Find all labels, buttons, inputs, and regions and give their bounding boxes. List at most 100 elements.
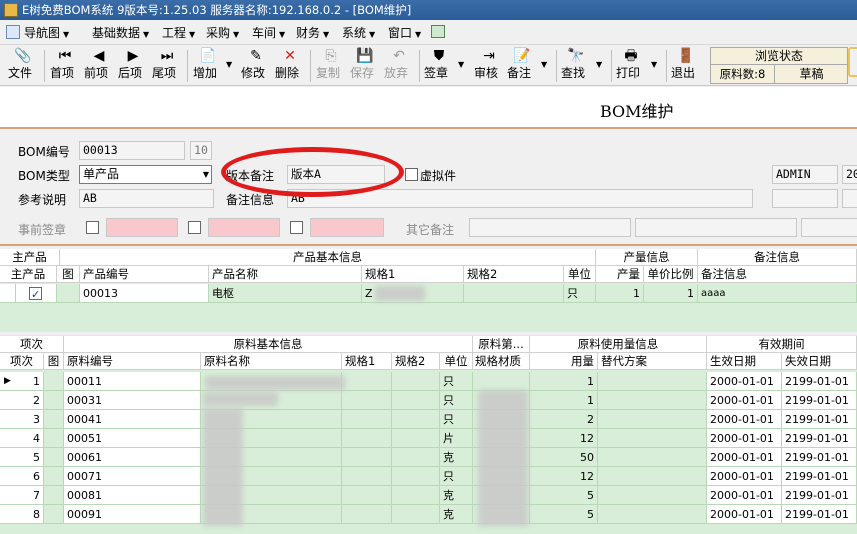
- g2-spec2-cell[interactable]: [392, 486, 440, 505]
- g2-end-cell[interactable]: 2199-01-01: [782, 429, 857, 448]
- g2-unit-cell[interactable]: 克: [440, 505, 473, 524]
- g1-ratio-cell[interactable]: 1: [644, 284, 698, 303]
- g2-spec2-cell[interactable]: [392, 505, 440, 524]
- g1-main-cell[interactable]: [16, 284, 57, 303]
- g2-spec1-cell[interactable]: [342, 372, 392, 391]
- g2-code-cell[interactable]: 00051: [64, 429, 201, 448]
- menu-nav[interactable]: 导航图 ▼: [24, 24, 69, 41]
- g2-unit-cell[interactable]: 片: [440, 429, 473, 448]
- add-dropdown-icon[interactable]: ▼: [226, 60, 232, 69]
- g2-unit-cell[interactable]: 只: [440, 410, 473, 429]
- g2-start-cell[interactable]: 2000-01-01: [707, 505, 782, 524]
- g2-end-cell[interactable]: 2199-01-01: [782, 410, 857, 429]
- g2-alt-cell[interactable]: [598, 486, 707, 505]
- g2-qty-cell[interactable]: 12: [530, 429, 598, 448]
- menu-purchase[interactable]: 采购 ▼: [206, 24, 239, 41]
- g2-start-cell[interactable]: 2000-01-01: [707, 467, 782, 486]
- g2-img-cell[interactable]: [44, 391, 64, 410]
- g2-img-cell[interactable]: [44, 505, 64, 524]
- g1-name-cell[interactable]: 电枢: [209, 284, 362, 303]
- g2-spec1-cell[interactable]: [342, 429, 392, 448]
- g2-spec2-cell[interactable]: [392, 410, 440, 429]
- bom-type-select[interactable]: 单产品 ▼: [79, 165, 212, 184]
- pre-sign-checkbox-1[interactable]: [86, 221, 99, 234]
- edit-button[interactable]: ✎ 修改: [241, 48, 271, 84]
- g2-code-cell[interactable]: 00041: [64, 410, 201, 429]
- g2-alt-cell[interactable]: [598, 505, 707, 524]
- g2-img-cell[interactable]: [44, 429, 64, 448]
- g2-alt-cell[interactable]: [598, 391, 707, 410]
- last-button[interactable]: ⏭ 尾项: [152, 48, 182, 84]
- g2-qty-cell[interactable]: 5: [530, 505, 598, 524]
- g2-unit-cell[interactable]: 只: [440, 467, 473, 486]
- g2-qty-cell[interactable]: 12: [530, 467, 598, 486]
- print-dropdown-icon[interactable]: ▼: [651, 60, 657, 69]
- pre-sign-checkbox-2[interactable]: [188, 221, 201, 234]
- exit-button[interactable]: 🚪 退出: [671, 48, 701, 84]
- menu-workshop[interactable]: 车间 ▼: [252, 24, 285, 41]
- approve-button[interactable]: ⇥ 审核: [474, 48, 504, 84]
- main-product-checkbox[interactable]: [29, 285, 42, 302]
- pre-sign-checkbox-3[interactable]: [290, 221, 303, 234]
- g2-spec2-cell[interactable]: [392, 429, 440, 448]
- g2-img-cell[interactable]: [44, 486, 64, 505]
- sign-dropdown-icon[interactable]: ▼: [458, 60, 464, 69]
- g2-end-cell[interactable]: 2199-01-01: [782, 486, 857, 505]
- g2-alt-cell[interactable]: [598, 448, 707, 467]
- g2-start-cell[interactable]: 2000-01-01: [707, 486, 782, 505]
- discard-button[interactable]: ↶ 放弃: [384, 48, 414, 84]
- save-button[interactable]: 💾 保存: [350, 48, 380, 84]
- g1-row-selector[interactable]: [0, 284, 16, 303]
- g2-spec1-cell[interactable]: [342, 410, 392, 429]
- g2-img-cell[interactable]: [44, 410, 64, 429]
- g2-qty-cell[interactable]: 1: [530, 372, 598, 391]
- g2-code-cell[interactable]: 00061: [64, 448, 201, 467]
- g2-unit-cell[interactable]: 克: [440, 486, 473, 505]
- g2-img-cell[interactable]: [44, 467, 64, 486]
- ref-field[interactable]: AB: [79, 189, 214, 208]
- window-list-icon[interactable]: [431, 25, 445, 38]
- g2-code-cell[interactable]: 00071: [64, 467, 201, 486]
- g2-spec1-cell[interactable]: [342, 505, 392, 524]
- g2-spec2-cell[interactable]: [392, 448, 440, 467]
- g2-end-cell[interactable]: 2199-01-01: [782, 467, 857, 486]
- bom-no-field[interactable]: 00013: [79, 141, 185, 160]
- g2-code-cell[interactable]: 00011: [64, 372, 201, 391]
- g2-qty-cell[interactable]: 2: [530, 410, 598, 429]
- first-button[interactable]: ⏮ 首项: [50, 48, 80, 84]
- g2-start-cell[interactable]: 2000-01-01: [707, 429, 782, 448]
- g2-code-cell[interactable]: 00031: [64, 391, 201, 410]
- menu-finance[interactable]: 财务 ▼: [296, 24, 329, 41]
- menu-window[interactable]: 窗口 ▼: [388, 24, 421, 41]
- g2-unit-cell[interactable]: 只: [440, 372, 473, 391]
- g1-note-cell[interactable]: aaaa: [698, 284, 857, 303]
- g2-qty-cell[interactable]: 1: [530, 391, 598, 410]
- g2-end-cell[interactable]: 2199-01-01: [782, 372, 857, 391]
- g1-qty-cell[interactable]: 1: [596, 284, 644, 303]
- g2-spec1-cell[interactable]: [342, 486, 392, 505]
- g2-alt-cell[interactable]: [598, 467, 707, 486]
- note-dropdown-icon[interactable]: ▼: [541, 60, 547, 69]
- find-dropdown-icon[interactable]: ▼: [596, 60, 602, 69]
- g2-end-cell[interactable]: 2199-01-01: [782, 505, 857, 524]
- next-button[interactable]: ▶ 后项: [118, 48, 148, 84]
- g2-start-cell[interactable]: 2000-01-01: [707, 391, 782, 410]
- g2-qty-cell[interactable]: 50: [530, 448, 598, 467]
- g2-alt-cell[interactable]: [598, 429, 707, 448]
- menu-basic-data[interactable]: 基础数据 ▼: [92, 24, 149, 41]
- sign-button[interactable]: ⛊ 签章: [424, 48, 454, 84]
- file-button[interactable]: 📎 文件: [8, 48, 38, 84]
- menu-app-icon[interactable]: [6, 25, 20, 39]
- g2-end-cell[interactable]: 2199-01-01: [782, 448, 857, 467]
- g2-img-cell[interactable]: [44, 372, 64, 391]
- print-button[interactable]: 🖶 打印: [616, 48, 646, 84]
- g2-code-cell[interactable]: 00091: [64, 505, 201, 524]
- g2-start-cell[interactable]: 2000-01-01: [707, 410, 782, 429]
- g1-unit-cell[interactable]: 只: [564, 284, 596, 303]
- g2-spec1-cell[interactable]: [342, 448, 392, 467]
- g2-start-cell[interactable]: 2000-01-01: [707, 448, 782, 467]
- g2-spec2-cell[interactable]: [392, 467, 440, 486]
- g2-alt-cell[interactable]: [598, 372, 707, 391]
- g2-spec2-cell[interactable]: [392, 391, 440, 410]
- copy-button[interactable]: ⎘ 复制: [316, 48, 346, 84]
